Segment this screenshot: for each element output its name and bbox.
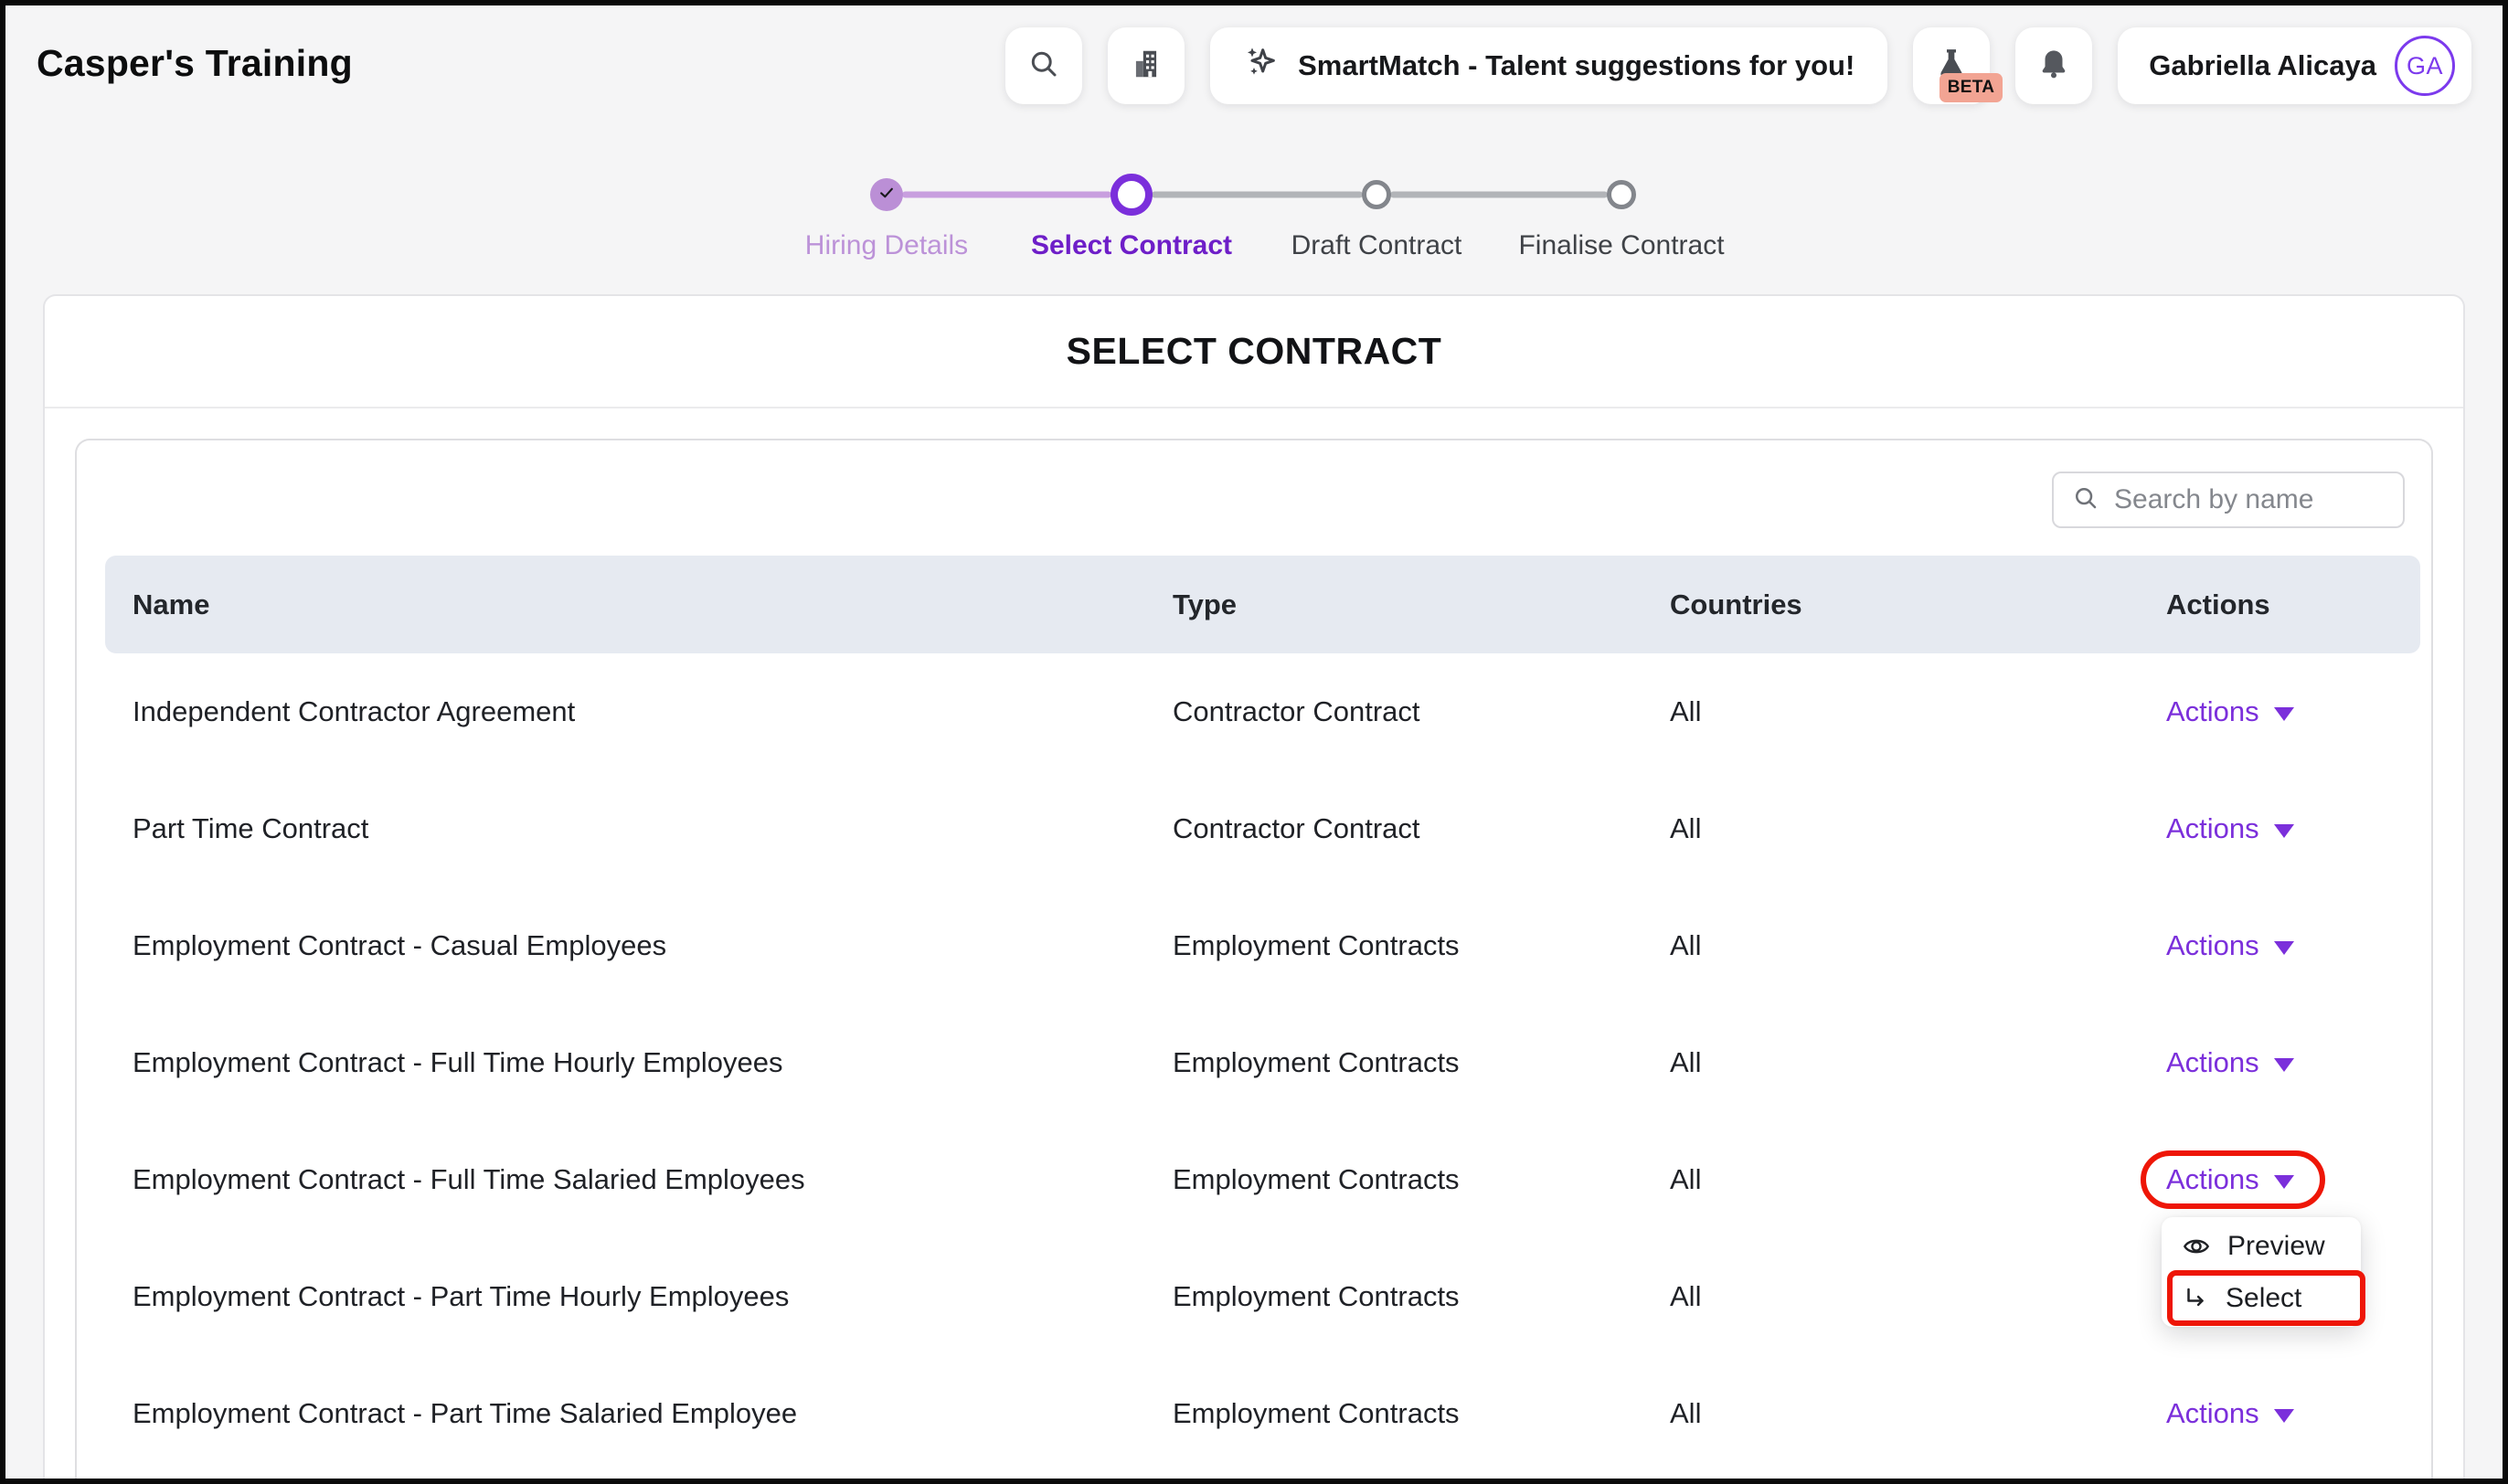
building-icon: [1129, 47, 1164, 86]
stepper-labels: Hiring Details Select Contract Draft Con…: [764, 230, 1744, 261]
chevron-down-icon: [2274, 707, 2294, 721]
check-icon: [877, 184, 896, 207]
chevron-down-icon: [2274, 1058, 2294, 1072]
organisation-button[interactable]: [1108, 27, 1185, 104]
user-menu-button[interactable]: Gabriella Alicaya GA: [2118, 27, 2471, 104]
row-actions-button[interactable]: Actions: [2166, 929, 2294, 962]
row-actions-button[interactable]: Actions: [2166, 812, 2294, 845]
actions-label: Actions: [2166, 1397, 2259, 1430]
actions-label: Actions: [2166, 1163, 2259, 1196]
column-header-actions: Actions: [2166, 588, 2420, 621]
sparkles-icon: [1243, 44, 1280, 88]
stepper-connector: [902, 192, 1111, 198]
hiring-stepper: Hiring Details Select Contract Draft Con…: [764, 172, 1744, 261]
table-row: Employment Contract - Part Time Hourly E…: [105, 1238, 2420, 1355]
search-by-name-box[interactable]: [2052, 472, 2405, 528]
actions-label: Actions: [2166, 929, 2259, 962]
contract-type: Employment Contracts: [1173, 1046, 1670, 1079]
table-row: Employment Contract - Part Time Salaried…: [105, 1355, 2420, 1472]
step-finalise-contract[interactable]: Finalise Contract: [1499, 230, 1744, 261]
main-card: SELECT CONTRACT Name Type Countries Acti…: [43, 294, 2465, 1484]
contract-name: Employment Contract - Casual Employees: [133, 929, 1173, 962]
bell-icon: [2036, 47, 2071, 86]
menu-item-label: Preview: [2227, 1231, 2325, 1262]
contract-type: Contractor Contract: [1173, 812, 1670, 845]
chevron-down-icon: [2274, 1175, 2294, 1189]
stepper-track: [764, 172, 1744, 217]
table-body: Independent Contractor Agreement Contrac…: [105, 653, 2420, 1472]
table-row: Part Time Contract Contractor Contract A…: [105, 770, 2420, 887]
actions-label: Actions: [2166, 695, 2259, 728]
eye-icon: [2182, 1232, 2211, 1261]
notifications-button[interactable]: [2015, 27, 2092, 104]
row-actions-button[interactable]: Actions: [2166, 1397, 2294, 1430]
table-row: Employment Contract - Full Time Salaried…: [105, 1121, 2420, 1238]
actions-dropdown-menu: Preview Select: [2162, 1217, 2361, 1327]
contract-countries: All: [1670, 1163, 2166, 1196]
table-row: Employment Contract - Full Time Hourly E…: [105, 1004, 2420, 1121]
header-actions: SmartMatch - Talent suggestions for you!…: [1005, 27, 2471, 104]
stepper-connector: [1152, 192, 1363, 198]
chevron-down-icon: [2274, 941, 2294, 955]
contract-countries: All: [1670, 1046, 2166, 1079]
table-header: Name Type Countries Actions: [105, 556, 2420, 653]
smartmatch-button[interactable]: SmartMatch - Talent suggestions for you!: [1210, 27, 1887, 104]
labs-button[interactable]: BETA: [1913, 27, 1990, 104]
chevron-down-icon: [2274, 824, 2294, 838]
contract-type: Employment Contracts: [1173, 1280, 1670, 1313]
row-actions-button[interactable]: Actions: [2166, 695, 2294, 728]
section-title: SELECT CONTRACT: [45, 296, 2463, 408]
contracts-panel: Name Type Countries Actions Independent …: [75, 439, 2433, 1484]
page-title: Casper's Training: [37, 42, 353, 85]
arrow-branch-icon: [2182, 1285, 2209, 1312]
contract-name: Employment Contract - Full Time Salaried…: [133, 1163, 1173, 1196]
actions-label: Actions: [2166, 812, 2259, 845]
contract-name: Employment Contract - Full Time Hourly E…: [133, 1046, 1173, 1079]
contract-countries: All: [1670, 929, 2166, 962]
actions-label: Actions: [2166, 1046, 2259, 1079]
contract-name: Independent Contractor Agreement: [133, 695, 1173, 728]
menu-item-preview[interactable]: Preview: [2162, 1220, 2361, 1272]
search-input[interactable]: [2112, 483, 2385, 516]
step-circle-active[interactable]: [1111, 174, 1153, 216]
step-select-contract[interactable]: Select Contract: [1009, 230, 1254, 261]
row-actions-button[interactable]: Actions: [2166, 1163, 2294, 1196]
search-button[interactable]: [1005, 27, 1082, 104]
row-actions-button[interactable]: Actions: [2166, 1046, 2294, 1079]
app-window: Casper's Training: [0, 0, 2508, 1484]
contract-name: Employment Contract - Part Time Hourly E…: [133, 1280, 1173, 1313]
step-draft-contract[interactable]: Draft Contract: [1254, 230, 1499, 261]
chevron-down-icon: [2274, 1409, 2294, 1423]
contract-countries: All: [1670, 812, 2166, 845]
menu-item-label: Select: [2226, 1283, 2301, 1314]
step-circle-completed[interactable]: [870, 178, 903, 211]
user-name: Gabriella Alicaya: [2149, 49, 2376, 82]
step-circle-upcoming[interactable]: [1607, 180, 1636, 209]
search-icon: [2072, 484, 2099, 516]
step-circle-upcoming[interactable]: [1362, 180, 1391, 209]
column-header-name: Name: [133, 588, 1173, 621]
stepper-connector: [1390, 192, 1608, 198]
contract-type: Employment Contracts: [1173, 929, 1670, 962]
contract-countries: All: [1670, 1397, 2166, 1430]
avatar: GA: [2395, 36, 2455, 96]
contracts-table: Name Type Countries Actions Independent …: [105, 556, 2420, 1472]
column-header-type: Type: [1173, 588, 1670, 621]
search-icon: [1027, 48, 1060, 85]
table-row: Independent Contractor Agreement Contrac…: [105, 653, 2420, 770]
contract-countries: All: [1670, 1280, 2166, 1313]
column-header-countries: Countries: [1670, 588, 2166, 621]
beta-badge: BETA: [1939, 73, 2003, 102]
step-hiring-details[interactable]: Hiring Details: [764, 230, 1009, 261]
contract-type: Employment Contracts: [1173, 1397, 1670, 1430]
contract-type: Contractor Contract: [1173, 695, 1670, 728]
menu-item-select[interactable]: Select: [2162, 1272, 2361, 1324]
contract-type: Employment Contracts: [1173, 1163, 1670, 1196]
smartmatch-label: SmartMatch - Talent suggestions for you!: [1298, 49, 1854, 82]
contract-countries: All: [1670, 695, 2166, 728]
contract-name: Employment Contract - Part Time Salaried…: [133, 1397, 1173, 1430]
table-row: Employment Contract - Casual Employees E…: [105, 887, 2420, 1004]
contract-name: Part Time Contract: [133, 812, 1173, 845]
